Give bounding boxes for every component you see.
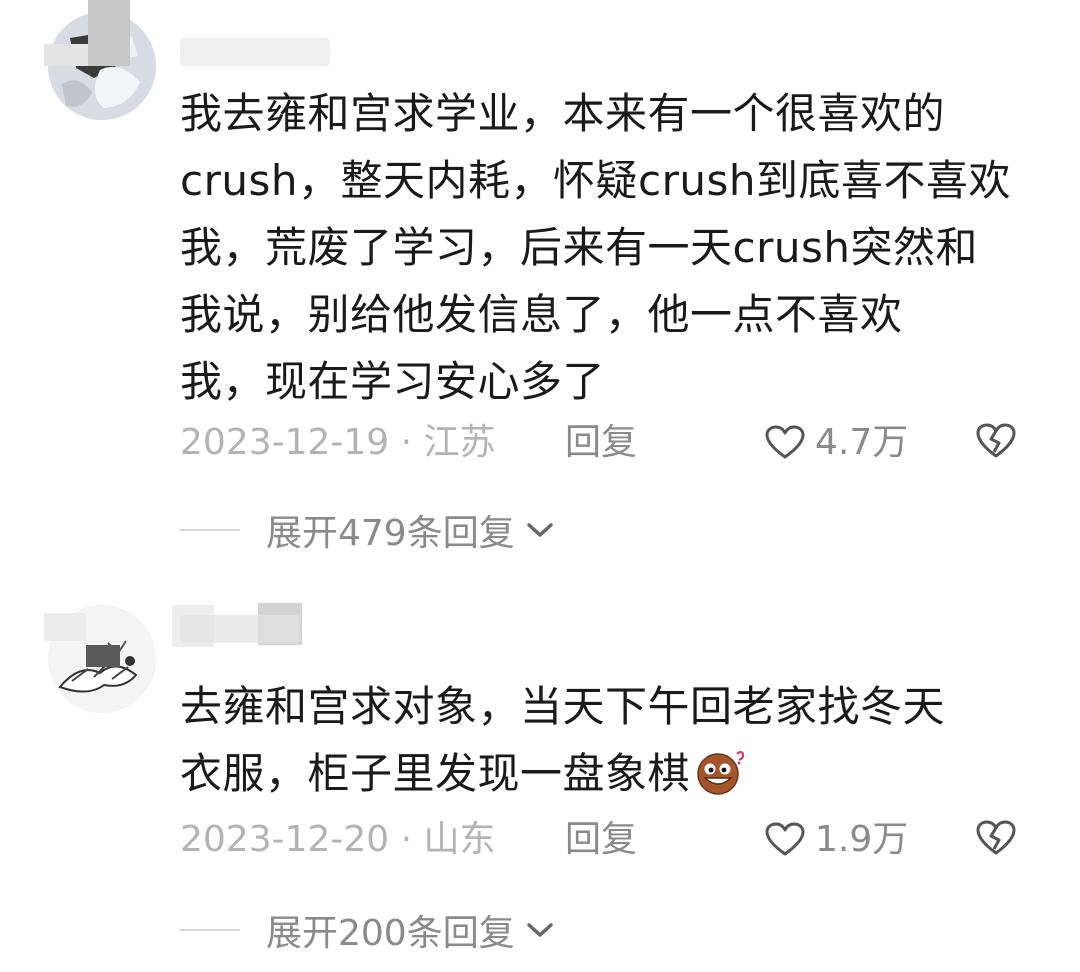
- like-button[interactable]: 4.7万: [765, 418, 908, 468]
- comment-item: 去雍和宫求对象，当天下午回老家找冬天 衣服，柜子里发现一盘象棋 2023-12-…: [0, 575, 1080, 972]
- comment-item: 我去雍和宫求学业，本来有一个很喜欢的 crush，整天内耗，怀疑crush到底喜…: [0, 0, 1080, 575]
- chevron-down-icon: [526, 923, 553, 937]
- comment-text: 去雍和宫求对象，当天下午回老家找冬天 衣服，柜子里发现一盘象棋: [180, 673, 1040, 807]
- expand-replies-button[interactable]: 展开200条回复: [180, 905, 555, 955]
- chevron-down-icon: [526, 523, 553, 537]
- username-blurred[interactable]: [180, 615, 300, 643]
- broken-heart-icon: [976, 820, 1016, 855]
- privacy-mosaic: [44, 613, 86, 641]
- comment-text: 我去雍和宫求学业，本来有一个很喜欢的 crush，整天内耗，怀疑crush到底喜…: [180, 89, 1011, 406]
- divider-line: [180, 929, 240, 931]
- date-location: 2023-12-19 · 江苏: [180, 422, 496, 463]
- privacy-mosaic: [44, 44, 88, 66]
- grinning-face-emoji: [694, 748, 746, 796]
- expand-replies-label: 展开479条回复: [266, 513, 515, 554]
- dislike-button[interactable]: [975, 422, 1017, 474]
- comment-text-body: 去雍和宫求对象，当天下午回老家找冬天 衣服，柜子里发现一盘象棋: [180, 682, 946, 798]
- expand-replies-button[interactable]: 展开479条回复: [180, 505, 555, 555]
- divider-line: [180, 529, 240, 531]
- heart-outline-icon: [765, 822, 805, 856]
- privacy-mosaic: [86, 645, 120, 667]
- privacy-mosaic: [88, 0, 130, 66]
- reply-button[interactable]: 回复: [565, 815, 637, 865]
- username-blurred[interactable]: [180, 38, 330, 66]
- comment-meta: 2023-12-19 · 江苏 回复 4.7万: [180, 418, 1040, 468]
- date-location: 2023-12-20 · 山东: [180, 819, 496, 860]
- heart-outline-icon: [765, 425, 805, 459]
- reply-button[interactable]: 回复: [565, 418, 637, 468]
- like-count: 4.7万: [815, 422, 909, 463]
- expand-replies-label: 展开200条回复: [266, 913, 515, 954]
- like-count: 1.9万: [815, 819, 909, 860]
- dislike-button[interactable]: [975, 819, 1017, 871]
- comment-meta: 2023-12-20 · 山东 回复 1.9万: [180, 815, 1040, 865]
- broken-heart-icon: [976, 423, 1016, 458]
- like-button[interactable]: 1.9万: [765, 815, 908, 865]
